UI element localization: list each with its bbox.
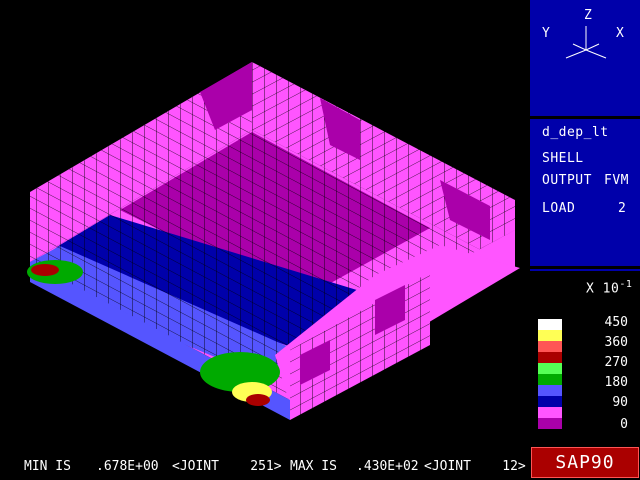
legend-band (538, 407, 562, 418)
legend-band (538, 330, 562, 341)
legend-band (538, 341, 562, 352)
axes-panel: Z Y X (530, 0, 640, 116)
legend-band (538, 363, 562, 374)
color-legend: X 10-1 450 360 270 180 90 0 (530, 269, 640, 446)
legend-label-0: 0 (620, 417, 628, 432)
status-bar: MIN IS .678E+00 <JOINT 251> MAX IS .430E… (0, 452, 528, 480)
axis-y-label: Y (542, 26, 551, 41)
min-label: MIN IS (24, 459, 71, 474)
model-name: d_dep_lt (542, 125, 609, 140)
info-panel: d_dep_lt SHELL OUTPUT FVM LOAD 2 (530, 119, 640, 266)
max-label: MAX IS (290, 459, 337, 474)
max-joint: <JOINT 12> (424, 459, 526, 474)
load-label: LOAD (542, 201, 576, 216)
legend-band (538, 319, 562, 330)
max-value: .430E+02 (356, 459, 419, 474)
legend-label-270: 270 (604, 355, 628, 370)
side-panel: Z Y X d_dep_lt SHELL OUTPUT FVM LOAD 2 X… (530, 0, 640, 480)
load-number: 2 (618, 201, 627, 216)
axis-z-label: Z (584, 8, 593, 23)
legend-scale-exponent: -1 (619, 279, 633, 290)
legend-band (538, 396, 562, 407)
legend-scale-prefix: X 10 (586, 281, 620, 297)
legend-band (538, 385, 562, 396)
legend-band (538, 374, 562, 385)
legend-label-360: 360 (604, 335, 628, 350)
legend-label-90: 90 (612, 395, 628, 410)
legend-label-450: 450 (604, 315, 628, 330)
legend-band (538, 352, 562, 363)
element-type: SHELL (542, 151, 584, 166)
legend-label-180: 180 (604, 375, 628, 390)
output-type: FVM (604, 173, 629, 188)
min-value: .678E+00 (96, 459, 159, 474)
legend-scale: X 10-1 (586, 279, 632, 296)
shell-contour-plot (27, 62, 520, 420)
output-label: OUTPUT (542, 173, 592, 188)
legend-band (538, 418, 562, 429)
model-viewport[interactable] (0, 0, 528, 452)
sap90-logo: SAP90 (531, 447, 639, 478)
min-joint: <JOINT 251> (172, 459, 282, 474)
axis-x-label: X (616, 26, 625, 41)
